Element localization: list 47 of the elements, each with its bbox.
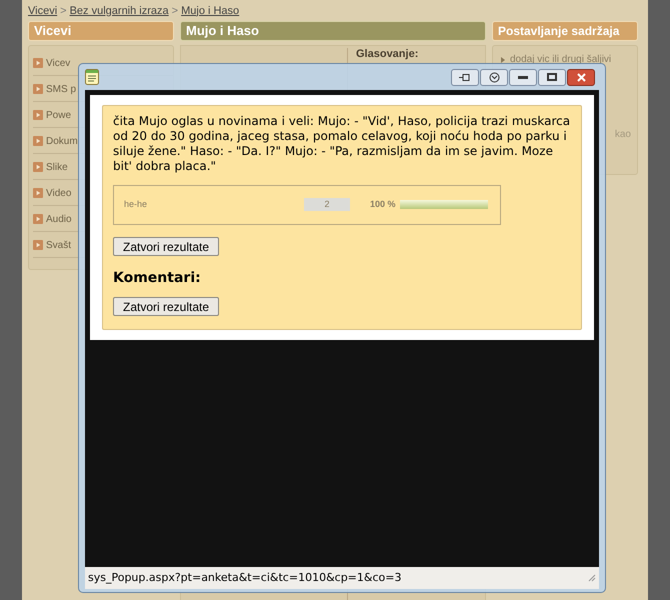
story-text: čita Mujo oglas u novinama i veli: Mujo: - "Vid', Haso, policija trazi muskarca od 20 do 30 godina, jaceg stasa, pomalo celavog, koji noću hoda po parku i siluje žene." Haso: - "Da. I?" Mujo: - "Pa, razmisljam da im se javim. Moze bit' dobra placa." [113,114,571,174]
play-icon [33,240,43,250]
resize-grip-icon [588,574,596,582]
breadcrumb-separator: > [60,4,67,19]
breadcrumb-link[interactable]: Bez vulgarnih izraza [70,2,169,20]
pin-icon [458,72,472,82]
minimize-icon [518,76,528,78]
play-icon [33,110,43,120]
vote-count: 2 [304,198,350,212]
play-icon [33,84,43,94]
close-results-button[interactable]: Zatvori rezultate [113,296,220,316]
close-button[interactable] [567,68,595,86]
play-icon [33,162,43,172]
maximize-icon [547,73,557,81]
close-icon [576,72,586,82]
breadcrumb-link[interactable]: Vicevi [28,2,58,20]
section-heading: Glasovanje: [356,48,420,60]
play-icon [33,214,43,224]
breadcrumb-separator: > [172,4,178,19]
vote-percent: 100 % [370,198,397,211]
menu-item[interactable]: Powe [46,110,72,121]
panel-header: Mujo i Haso [180,21,486,41]
menu-item[interactable]: Dokum [46,136,78,147]
notepad-icon [85,69,99,85]
comments-heading: Komentari: [113,268,202,288]
play-icon [33,58,43,68]
menu-item[interactable]: Slike [46,162,68,173]
maximize-button[interactable] [538,68,566,86]
menu-item[interactable]: SMS p [46,84,76,95]
refresh-button[interactable] [480,68,508,86]
pin-button[interactable] [451,68,479,86]
link-text[interactable]: dodaj vic ili drugi šaljivi [510,52,612,67]
breadcrumb-link[interactable]: Mujo i Haso [181,2,240,20]
panel-header: Vicevi [28,21,174,41]
poll-answer: he-he [124,198,148,211]
close-results-button[interactable]: Zatvori rezultate [113,236,220,256]
refresh-icon [488,72,500,82]
panel-header: Postavljanje sadržaja [492,21,638,41]
play-icon [33,136,43,146]
minimize-button[interactable] [509,68,537,86]
menu-item[interactable]: Audio [46,214,72,225]
menu-item[interactable]: Svašt [46,240,72,251]
menu-item[interactable]: Video [46,188,72,199]
play-icon [33,188,43,198]
bullet-icon [501,56,505,62]
status-url: sys_Popup.aspx?pt=anketa&t=ci&tc=1010&cp=1&co=3 [88,570,402,586]
menu-item[interactable]: Vicev [46,58,70,69]
